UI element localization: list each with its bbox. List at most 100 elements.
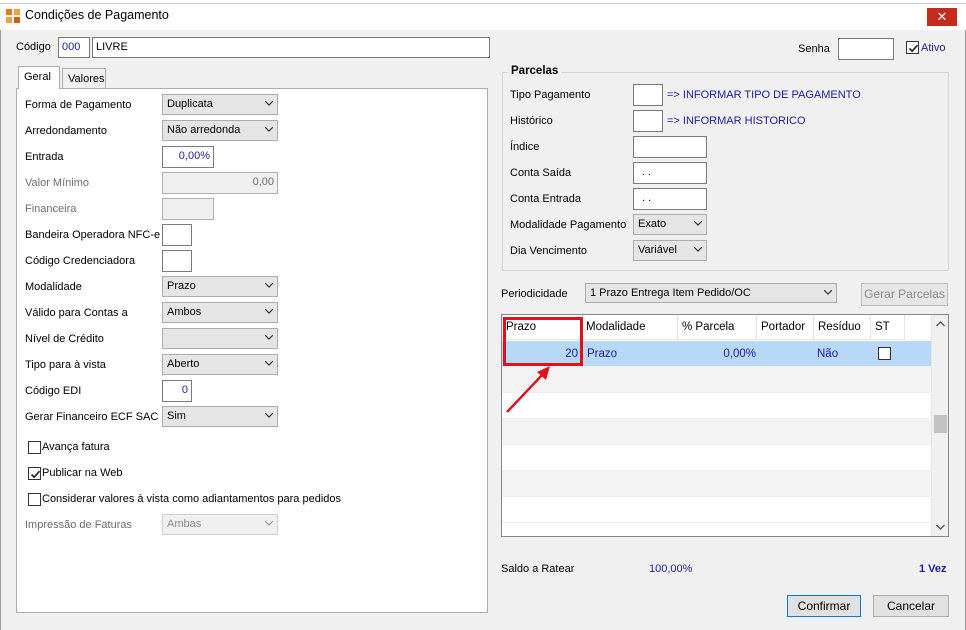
gerar-financeiro-label: Gerar Financeiro ECF SAC xyxy=(25,411,159,423)
check-icon xyxy=(908,44,919,53)
entrada-label: Entrada xyxy=(25,151,64,163)
column-header-residuo[interactable]: Resíduo xyxy=(814,315,871,340)
highlight-box xyxy=(503,317,583,366)
gerar-parcelas-button[interactable]: Gerar Parcelas xyxy=(861,283,948,306)
forma-pagamento-value: Duplicata xyxy=(167,98,213,110)
financeira-label: Financeira xyxy=(25,203,77,215)
chevron-down-icon xyxy=(265,521,273,526)
chevron-down-icon xyxy=(265,127,273,132)
parcelas-title: Parcelas xyxy=(508,65,562,77)
table-row xyxy=(502,497,932,523)
chevron-down-icon xyxy=(694,221,702,226)
forma-pagamento-select[interactable]: Duplicata xyxy=(162,94,278,115)
valor-minimo-input[interactable]: 0,00 xyxy=(162,172,278,194)
impressao-faturas-value: Ambas xyxy=(167,518,202,530)
modalidade-pagamento-value: Exato xyxy=(638,218,667,230)
table-row xyxy=(502,393,932,419)
vezes-label: 1 Vez xyxy=(919,563,947,575)
ativo-checkbox[interactable] xyxy=(906,41,919,54)
historico-input[interactable] xyxy=(633,110,663,132)
indice-input[interactable] xyxy=(633,136,707,158)
column-header-modalidade[interactable]: Modalidade xyxy=(582,315,678,340)
window-title: Condições de Pagamento xyxy=(25,8,169,22)
chevron-down-icon xyxy=(694,247,702,252)
column-header-st[interactable]: ST xyxy=(871,315,905,340)
scroll-up-icon[interactable] xyxy=(936,321,945,327)
modalidade-select[interactable]: Prazo xyxy=(162,276,278,297)
table-row xyxy=(502,367,932,393)
codigo-input[interactable]: 000 xyxy=(58,37,90,58)
impressao-faturas-label: Impressão de Faturas xyxy=(25,519,132,531)
column-header-portador[interactable]: Portador xyxy=(757,315,814,340)
conta-saida-label: Conta Saída xyxy=(510,167,572,179)
financeira-input[interactable] xyxy=(162,198,214,220)
chevron-down-icon xyxy=(265,101,273,106)
modalidade-pagamento-label: Modalidade Pagamento xyxy=(510,219,627,231)
arredondamento-select[interactable]: Não arredonda xyxy=(162,120,278,141)
column-header-parcela[interactable]: % Parcela xyxy=(678,315,757,340)
valor-minimo-label: Valor Mínimo xyxy=(25,177,89,189)
codigo-label: Código xyxy=(16,41,51,53)
cell-modalidade[interactable]: Prazo xyxy=(587,341,617,367)
table-row xyxy=(502,419,932,445)
tipo-pagamento-label: Tipo Pagamento xyxy=(510,89,591,101)
confirmar-button[interactable]: Confirmar xyxy=(787,595,861,617)
annotation-arrow-icon xyxy=(506,366,550,413)
cancelar-button[interactable]: Cancelar xyxy=(873,595,949,617)
senha-input[interactable] xyxy=(838,38,894,60)
impressao-faturas-select[interactable]: Ambas xyxy=(162,514,278,535)
tipo-vista-select[interactable]: Aberto xyxy=(162,354,278,375)
periodicidade-select[interactable]: 1 Prazo Entrega Item Pedido/OC xyxy=(585,283,837,303)
tipo-vista-label: Tipo para à vista xyxy=(25,359,106,371)
dia-vencimento-label: Dia Vencimento xyxy=(510,245,588,257)
chevron-down-icon xyxy=(824,290,832,295)
publicar-web-label: Publicar na Web xyxy=(42,467,123,479)
scroll-down-icon[interactable] xyxy=(936,524,945,530)
conta-saida-input[interactable]: . . xyxy=(633,162,707,184)
tab-geral[interactable]: Geral xyxy=(18,66,60,89)
indice-label: Índice xyxy=(510,141,540,153)
check-icon xyxy=(30,470,41,479)
considerar-valores-checkbox[interactable] xyxy=(28,493,41,506)
close-button[interactable]: ✕ xyxy=(927,8,957,26)
saldo-value: 100,00% xyxy=(649,563,693,575)
arredondamento-value: Não arredonda xyxy=(167,124,241,136)
considerar-valores-label: Considerar valores à vista como adiantam… xyxy=(42,493,341,505)
modalidade-label: Modalidade xyxy=(25,281,82,293)
forma-pagamento-label: Forma de Pagamento xyxy=(25,99,132,111)
conta-entrada-input[interactable]: . . xyxy=(633,188,707,210)
gerar-financeiro-select[interactable]: Sim xyxy=(162,406,278,427)
entrada-input[interactable]: 0,00% xyxy=(162,146,214,168)
periodicidade-label: Periodicidade xyxy=(501,288,568,300)
dia-vencimento-select[interactable]: Variável xyxy=(633,240,707,261)
tipo-pagamento-input[interactable] xyxy=(633,84,663,106)
tab-valores[interactable]: Valores xyxy=(62,68,106,89)
descricao-input[interactable]: LIVRE xyxy=(92,37,490,58)
nivel-credito-select[interactable] xyxy=(162,328,278,349)
valido-contas-label: Válido para Contas a xyxy=(25,307,128,319)
chevron-down-icon xyxy=(265,361,273,366)
codigo-edi-input[interactable]: 0 xyxy=(162,380,192,402)
valido-contas-select[interactable]: Ambos xyxy=(162,302,278,323)
publicar-web-checkbox[interactable] xyxy=(28,467,41,480)
chevron-down-icon xyxy=(265,335,273,340)
bandeira-label: Bandeira Operadora NFC-e xyxy=(25,229,161,241)
scroll-thumb[interactable] xyxy=(934,415,947,433)
modalidade-pagamento-select[interactable]: Exato xyxy=(633,214,707,235)
tipo-pagamento-hint: => INFORMAR TIPO DE PAGAMENTO xyxy=(667,89,861,101)
saldo-label: Saldo a Ratear xyxy=(501,563,575,575)
conta-entrada-label: Conta Entrada xyxy=(510,193,581,205)
st-checkbox[interactable] xyxy=(878,347,891,360)
chevron-down-icon xyxy=(265,413,273,418)
credenciadora-input[interactable] xyxy=(162,250,192,272)
historico-label: Histórico xyxy=(510,115,553,127)
senha-label: Senha xyxy=(798,43,830,55)
bandeira-input[interactable] xyxy=(162,224,192,246)
cell-parcela[interactable]: 0,00% xyxy=(678,341,756,367)
avanca-fatura-checkbox[interactable] xyxy=(28,441,41,454)
grid-vertical-scrollbar[interactable] xyxy=(931,315,948,536)
cell-residuo[interactable]: Não xyxy=(817,341,838,367)
ativo-label: Ativo xyxy=(921,42,946,54)
codigo-edi-label: Código EDI xyxy=(25,385,82,397)
app-icon xyxy=(6,9,20,23)
